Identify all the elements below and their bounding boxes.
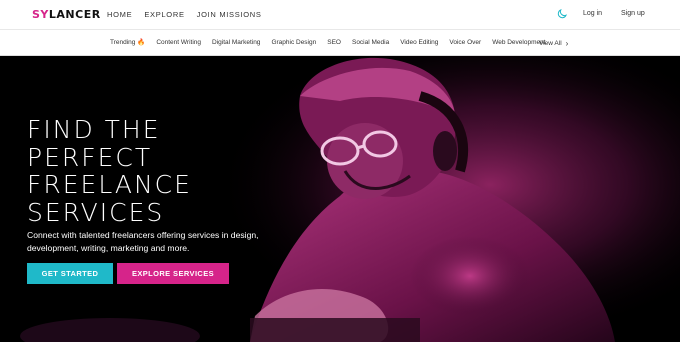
hero-title-line: PERFECT bbox=[27, 142, 153, 172]
category-voice-over[interactable]: Voice Over bbox=[449, 39, 481, 46]
view-all-link[interactable]: View All › bbox=[539, 39, 568, 48]
hero-title: FIND THE PERFECT FREELANCE SERVICES bbox=[27, 116, 287, 226]
hero-title-line: FREELANCE bbox=[27, 170, 192, 199]
category-bar: Trending 🔥 Content Writing Digital Marke… bbox=[0, 29, 680, 56]
hero-title-line: SERVICES bbox=[27, 197, 165, 227]
category-digital-marketing[interactable]: Digital Marketing bbox=[212, 39, 260, 46]
top-navbar: SYLANCER HOME EXPLORE JOIN MISSIONS Log … bbox=[0, 0, 680, 29]
chevron-right-icon: › bbox=[565, 39, 569, 48]
explore-services-button[interactable]: EXPLORE SERVICES bbox=[117, 263, 229, 284]
hero-section: FIND THE PERFECT FREELANCE SERVICES Conn… bbox=[0, 56, 680, 342]
trending-label: Trending bbox=[110, 39, 136, 46]
category-content-writing[interactable]: Content Writing bbox=[156, 39, 201, 46]
category-graphic-design[interactable]: Graphic Design bbox=[271, 39, 316, 46]
moon-icon[interactable] bbox=[556, 8, 568, 20]
category-web-development[interactable]: Web Development bbox=[492, 39, 545, 46]
nav-join-missions[interactable]: JOIN MISSIONS bbox=[197, 10, 262, 19]
main-nav: HOME EXPLORE JOIN MISSIONS bbox=[107, 10, 262, 19]
category-video-editing[interactable]: Video Editing bbox=[400, 39, 438, 46]
category-social-media[interactable]: Social Media bbox=[352, 39, 389, 46]
brand-logo[interactable]: SYLANCER bbox=[32, 8, 101, 21]
hero-subtitle: Connect with talented freelancers offeri… bbox=[27, 230, 259, 253]
logo-rest: LANCER bbox=[48, 8, 101, 21]
login-link[interactable]: Log in bbox=[583, 10, 602, 17]
fire-icon: 🔥 bbox=[137, 39, 146, 46]
hero-title-line: FIND THE bbox=[27, 115, 161, 144]
nav-explore[interactable]: EXPLORE bbox=[144, 10, 184, 19]
view-all-label: View All bbox=[539, 40, 562, 47]
category-list: Trending 🔥 Content Writing Digital Marke… bbox=[110, 38, 546, 47]
signup-link[interactable]: Sign up bbox=[621, 10, 645, 17]
category-seo[interactable]: SEO bbox=[327, 39, 341, 46]
category-trending[interactable]: Trending 🔥 bbox=[110, 38, 145, 46]
nav-home[interactable]: HOME bbox=[107, 10, 132, 19]
get-started-button[interactable]: GET STARTED bbox=[27, 263, 113, 284]
logo-accent: SY bbox=[32, 8, 49, 21]
